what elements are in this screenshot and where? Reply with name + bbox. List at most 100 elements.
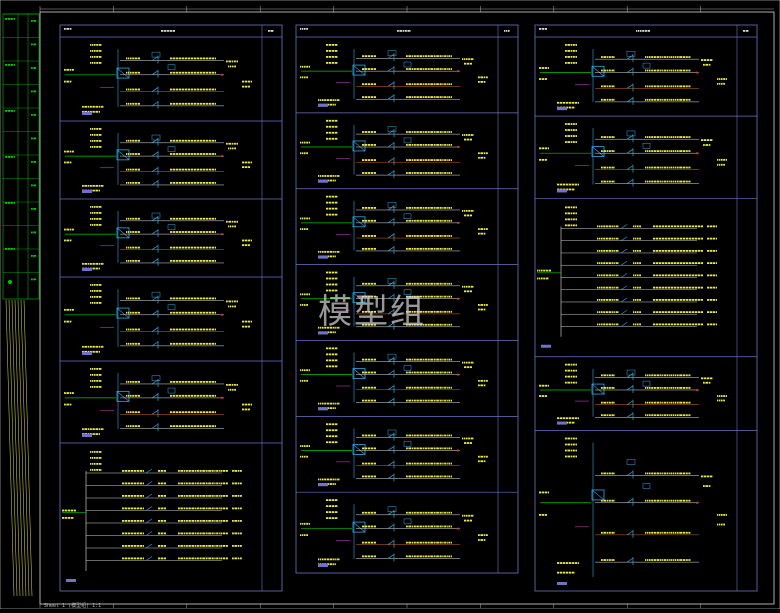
cable-spec-label — [645, 167, 691, 169]
rating-label — [90, 50, 102, 52]
breaker-label — [362, 144, 376, 146]
circuit-unit — [296, 492, 518, 567]
contact-icon — [627, 54, 633, 62]
rating-label — [326, 126, 337, 128]
cable-spec-label — [170, 58, 216, 60]
circuit-id-label — [300, 66, 310, 68]
rating-label — [326, 517, 337, 519]
rating-label — [326, 499, 337, 501]
left-title-strip — [3, 14, 39, 596]
breaker-label — [158, 545, 166, 547]
contact-icon — [388, 510, 394, 518]
rating-label — [90, 224, 102, 226]
breaker-label — [122, 495, 144, 497]
load-label — [232, 495, 242, 497]
breaker-label — [158, 558, 166, 560]
note-label — [82, 428, 104, 430]
rating-label — [326, 429, 337, 431]
breaker-label — [362, 447, 376, 449]
unit-tag — [82, 190, 92, 193]
strip-marker — [8, 280, 12, 284]
rating-label — [565, 370, 577, 372]
rating-label — [565, 44, 577, 46]
panel-frame — [60, 25, 282, 591]
breaker-label — [122, 483, 144, 485]
contact-icon — [152, 310, 158, 318]
rating-label — [326, 132, 337, 134]
contact-icon — [152, 379, 158, 387]
cable-spec-label — [406, 144, 452, 146]
breaker-label — [126, 329, 140, 331]
strip-note — [5, 18, 15, 20]
load-label — [701, 59, 712, 61]
breaker-label — [126, 260, 140, 262]
breaker-label — [362, 248, 376, 250]
load-label — [703, 64, 711, 66]
rating-label — [565, 212, 577, 214]
unit-tag — [82, 268, 92, 271]
circuit-id-label — [64, 309, 74, 311]
breaker-label — [126, 153, 140, 155]
breaker-label — [362, 131, 376, 133]
indicator-lamp-icon — [221, 314, 223, 316]
aux-breaker-icon — [388, 430, 396, 435]
rating-label — [326, 365, 337, 367]
rating-label — [90, 386, 102, 388]
circuit-id-label — [300, 445, 310, 447]
breaker-contact-icon — [621, 322, 627, 326]
rating-label — [326, 435, 337, 437]
breaker-label — [633, 299, 641, 301]
rating-label — [565, 382, 577, 384]
circuit-unit — [535, 431, 757, 585]
breaker-label — [633, 274, 641, 276]
contact-icon — [388, 445, 394, 453]
rating-label — [326, 202, 337, 204]
contact-icon — [152, 327, 158, 335]
cable-spec-label — [653, 287, 703, 289]
contact-icon — [388, 142, 394, 150]
cable-spec-label — [406, 526, 452, 528]
breaker-label — [126, 58, 140, 60]
load-name-label — [717, 159, 727, 161]
breaker-label — [597, 274, 619, 276]
rating-label — [90, 380, 102, 382]
rating-label — [90, 44, 102, 46]
breaker-label — [158, 533, 166, 535]
unit-tag — [318, 407, 328, 410]
breaker-label — [362, 68, 376, 70]
strip-row-label — [31, 255, 36, 257]
indicator-lamp-icon — [457, 449, 459, 451]
contact-icon — [388, 218, 394, 226]
aux-breaker-icon — [168, 305, 175, 310]
cable-spec-label — [406, 447, 452, 449]
load-label — [707, 225, 717, 227]
unit-tag — [82, 434, 92, 437]
breaker-label — [362, 400, 376, 402]
rating-label — [326, 50, 337, 52]
load-name-label — [478, 152, 488, 154]
contact-icon — [388, 66, 394, 74]
rating-label — [90, 463, 102, 465]
indicator-lamp-icon — [221, 233, 223, 235]
contact-icon — [627, 148, 633, 156]
load-name-label — [478, 539, 486, 541]
circuit-id-label — [64, 81, 72, 83]
protection-device-icon — [353, 65, 365, 75]
unit-tag — [541, 345, 551, 348]
footer-text: Sheet 1 (模型组) 1:1 — [44, 602, 101, 609]
breaker-contact-icon — [621, 249, 627, 253]
rating-label — [565, 135, 577, 137]
breaker-label — [362, 172, 376, 174]
cable-spec-label — [170, 260, 216, 262]
load-name-label — [478, 81, 486, 83]
contact-icon — [388, 94, 394, 102]
breaker-label — [126, 425, 140, 427]
breaker-contact-icon — [146, 469, 152, 473]
breaker-label — [126, 247, 140, 249]
panel-header-label — [64, 28, 72, 30]
unit-tag — [318, 180, 328, 183]
rating-label — [565, 438, 577, 440]
cable-spec-label — [170, 343, 216, 345]
load-name-label — [242, 162, 252, 164]
contact-icon — [152, 258, 158, 266]
